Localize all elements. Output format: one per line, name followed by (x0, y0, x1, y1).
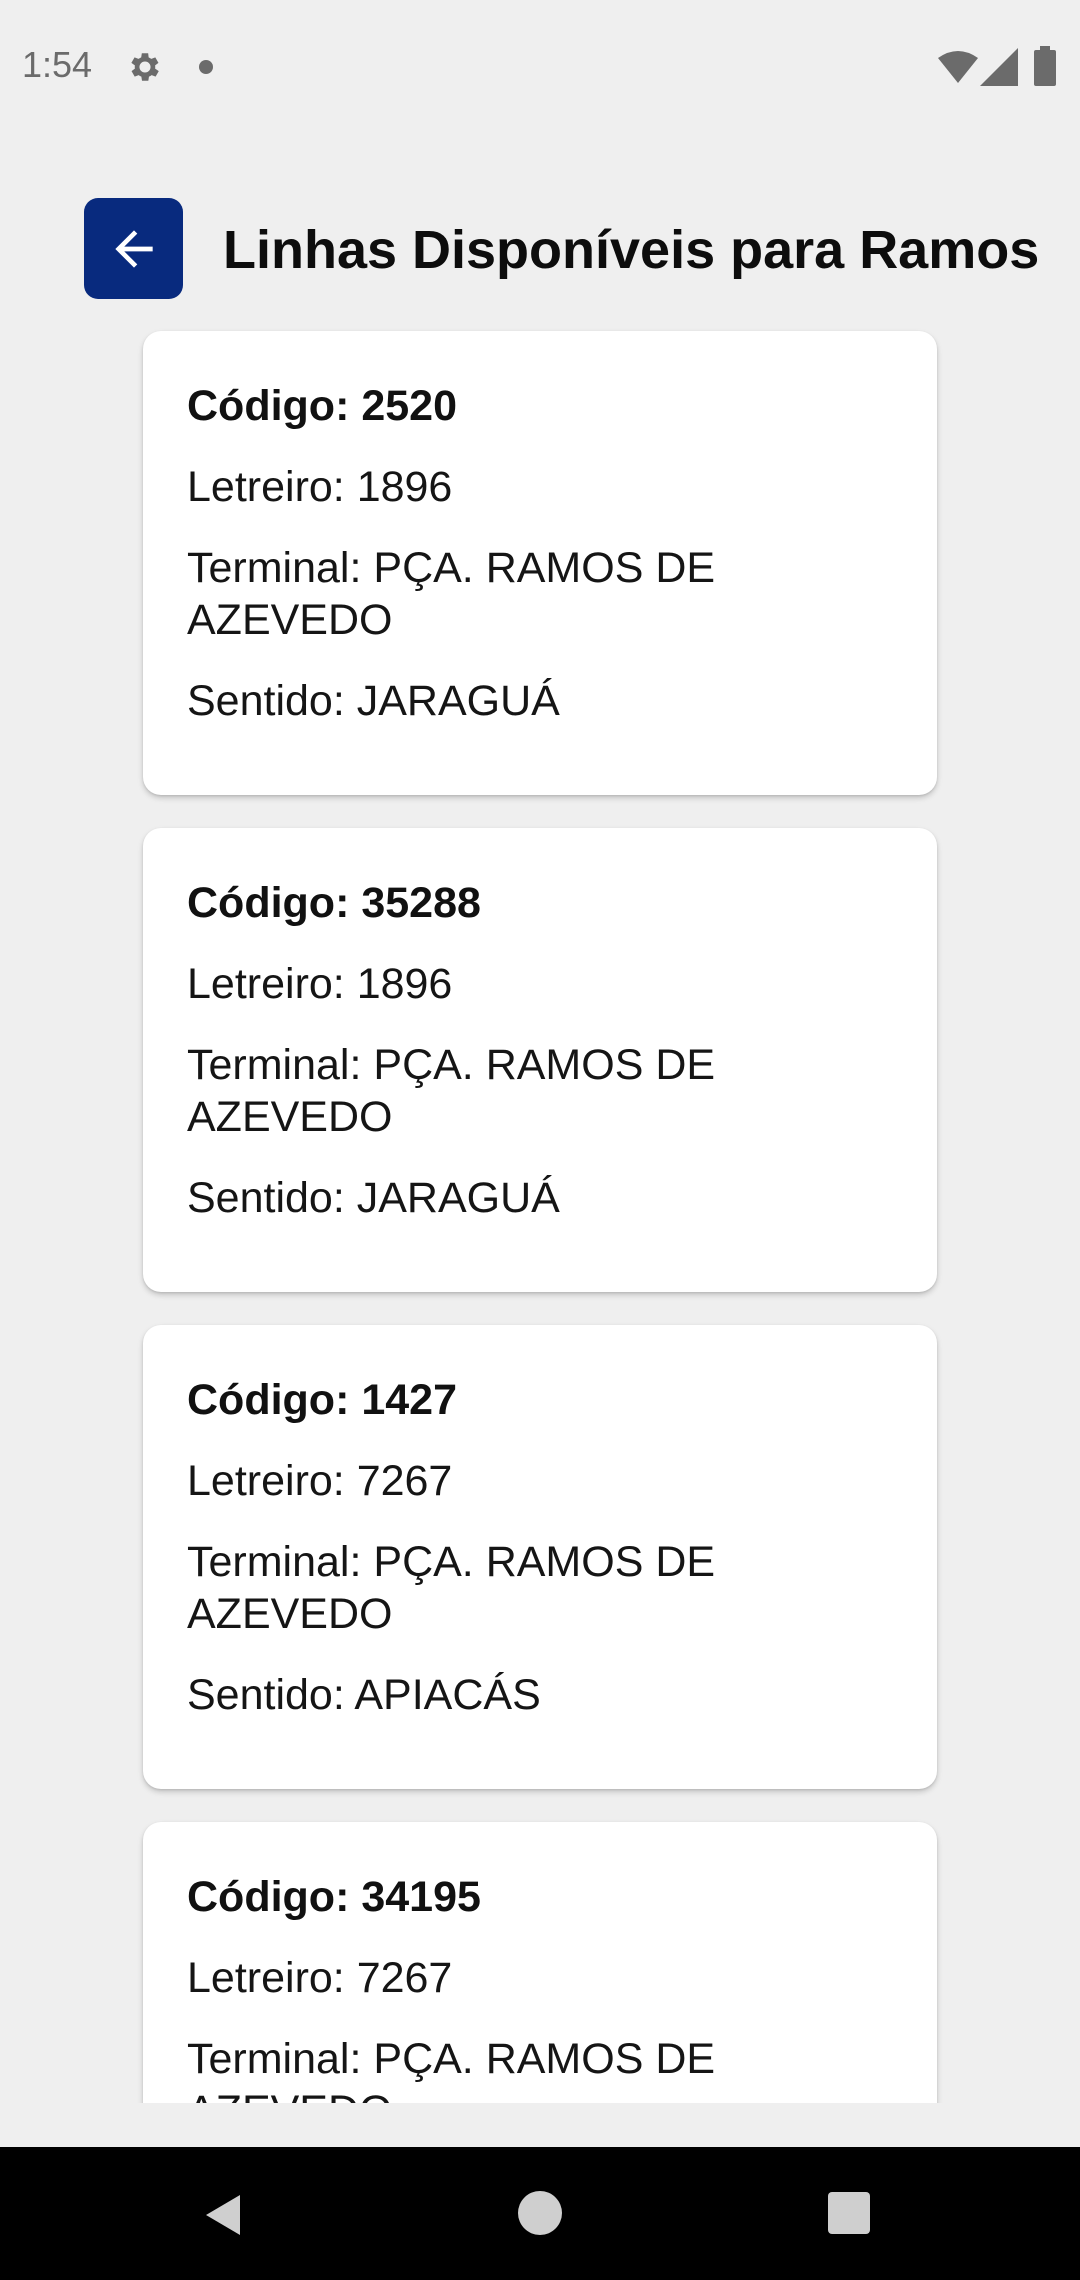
line-sign: Letreiro: 7267 (187, 1954, 453, 2002)
line-terminal-part-2: AZEVEDO (187, 596, 393, 644)
nav-home-icon[interactable] (518, 2191, 562, 2235)
line-card[interactable]: Código: 34195 Letreiro: 7267 Terminal: P… (143, 1822, 937, 2103)
arrow-left-icon (114, 229, 153, 268)
line-direction: Sentido: JARAGUÁ (187, 677, 560, 725)
nav-back-icon[interactable] (200, 2191, 248, 2239)
wifi-icon (938, 51, 978, 83)
gear-icon (131, 53, 159, 81)
line-terminal-part-1: Terminal: PÇA. RAMOS DE (187, 544, 716, 592)
back-button[interactable] (84, 198, 183, 299)
battery-icon (1034, 46, 1056, 86)
line-terminal-part-2: AZEVEDO (187, 2085, 893, 2103)
nav-recents-icon[interactable] (828, 2192, 870, 2234)
line-code: Código: 2520 (187, 382, 457, 430)
line-terminal-part-1: Terminal: PÇA. RAMOS DE (187, 1041, 716, 1089)
line-card[interactable]: Código: 2520 Letreiro: 1896 Terminal: PÇ… (143, 331, 937, 795)
line-direction: Sentido: APIACÁS (187, 1671, 541, 1719)
line-terminal-part-2: AZEVEDO (187, 1093, 393, 1141)
cell-signal-icon (980, 48, 1018, 86)
lines-list[interactable]: Código: 2520 Letreiro: 1896 Terminal: PÇ… (0, 318, 1080, 2103)
line-card[interactable]: Código: 1427 Letreiro: 7267 Terminal: PÇ… (143, 1325, 937, 1789)
line-sign: Letreiro: 1896 (187, 960, 453, 1008)
page-title: Linhas Disponíveis para Ramos (223, 220, 1040, 280)
notification-dot-icon (199, 60, 213, 74)
line-sign: Letreiro: 7267 (187, 1457, 453, 1505)
system-nav-bar (0, 2147, 1080, 2280)
line-code: Código: 34195 (187, 1873, 481, 1921)
line-terminal: Terminal: PÇA. RAMOS DE AZEVEDO (187, 2033, 893, 2103)
line-code: Código: 35288 (187, 879, 481, 927)
line-terminal-part-2: AZEVEDO (187, 1590, 393, 1638)
line-direction: Sentido: JARAGUÁ (187, 1174, 560, 1222)
app-header: Linhas Disponíveis para Ramos (0, 195, 1080, 305)
status-time: 1:54 (22, 44, 93, 85)
status-bar: 1:54 (0, 0, 1080, 136)
line-terminal: Terminal: PÇA. RAMOS DE AZEVEDO (187, 1039, 893, 1143)
line-terminal: Terminal: PÇA. RAMOS DE AZEVEDO (187, 542, 893, 646)
line-card[interactable]: Código: 35288 Letreiro: 1896 Terminal: P… (143, 828, 937, 1292)
line-terminal-part-1: Terminal: PÇA. RAMOS DE (187, 2035, 716, 2083)
line-code: Código: 1427 (187, 1376, 457, 1424)
line-terminal: Terminal: PÇA. RAMOS DE AZEVEDO (187, 1536, 893, 1640)
line-terminal-part-1: Terminal: PÇA. RAMOS DE (187, 1538, 716, 1586)
line-sign: Letreiro: 1896 (187, 463, 453, 511)
